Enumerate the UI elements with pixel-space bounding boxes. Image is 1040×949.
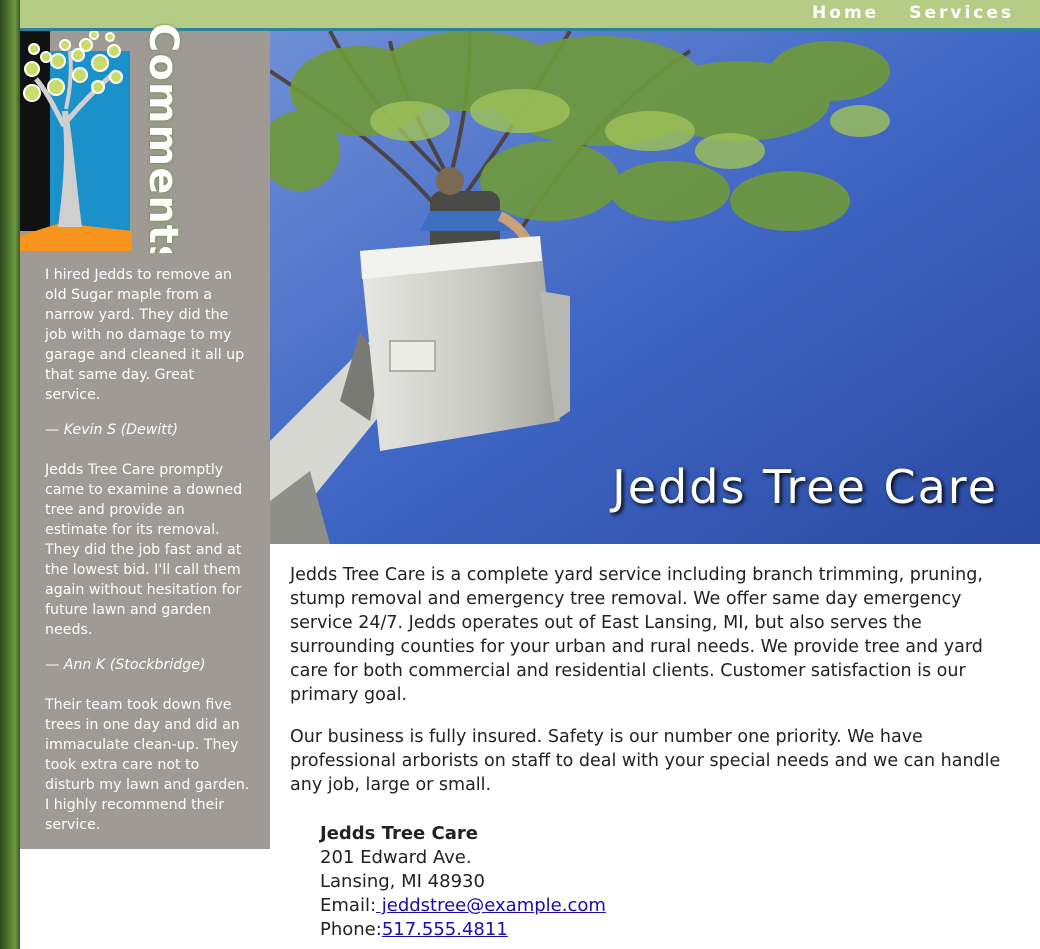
testimonial-author: — Ann K (Stockbridge) <box>45 657 206 673</box>
email-label: Email: <box>320 895 377 916</box>
email-line: Email: jeddstree@example.com <box>320 894 606 918</box>
phone-label: Phone: <box>320 919 382 940</box>
testimonial-author: — David P (Lansing) <box>45 852 189 868</box>
testimonial-text: Their team took down five trees in one d… <box>45 697 250 833</box>
email-link[interactable]: jeddstree@example.com <box>376 895 606 916</box>
phone-line: Phone:517.555.4811 <box>320 918 606 942</box>
testimonial-text: Jedds Tree Care promptly came to examine… <box>45 462 243 638</box>
main-content: Jedds Tree Care is a complete yard servi… <box>290 563 1022 815</box>
comments-heading: Comments <box>140 23 186 253</box>
hero-banner: Jedds Tree Care <box>270 31 1040 544</box>
main-nav: Home Services <box>812 3 1014 23</box>
contact-info: Jedds Tree Care 201 Edward Ave. Lansing,… <box>320 822 606 942</box>
phone-link[interactable]: 517.555.4811 <box>382 919 508 940</box>
street-address: 201 Edward Ave. <box>320 847 472 868</box>
business-name: Jedds Tree Care <box>320 823 478 844</box>
nav-home-link[interactable]: Home <box>812 3 879 23</box>
comments-sidebar: Comments I hired Jedds to remove an old … <box>20 23 270 868</box>
left-decorative-stripe <box>0 0 20 949</box>
intro-paragraph: Jedds Tree Care is a complete yard servi… <box>290 565 983 705</box>
testimonials-list: I hired Jedds to remove an old Sugar map… <box>45 265 250 890</box>
hero-title: Jedds Tree Care <box>612 460 998 514</box>
testimonial-text: I hired Jedds to remove an old Sugar map… <box>45 267 245 403</box>
safety-paragraph: Our business is fully insured. Safety is… <box>290 727 1001 795</box>
nav-services-link[interactable]: Services <box>909 3 1014 23</box>
testimonial-author: — Kevin S (Dewitt) <box>45 422 178 438</box>
city-state-zip: Lansing, MI 48930 <box>320 871 485 892</box>
